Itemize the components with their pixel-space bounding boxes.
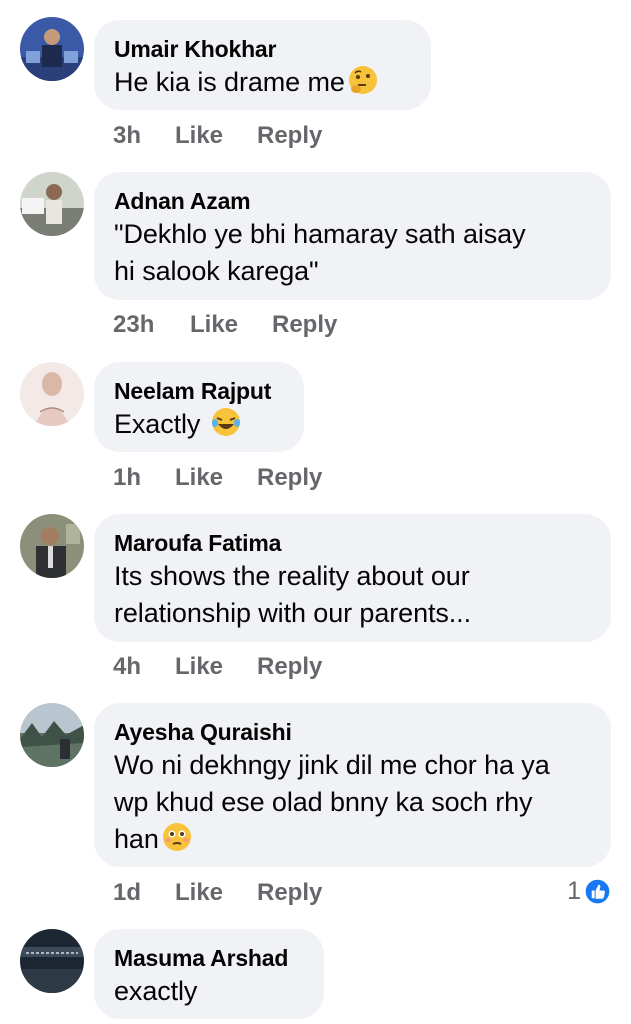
comment-text-content: han xyxy=(114,824,159,854)
like-button[interactable]: Like xyxy=(175,653,223,681)
comment-bubble: Maroufa Fatima Its shows the reality abo… xyxy=(94,514,611,642)
avatar[interactable] xyxy=(20,514,84,578)
reaction-count: 1 xyxy=(567,877,581,905)
avatar[interactable] xyxy=(20,17,84,81)
comment-text-content: Exactly xyxy=(114,409,201,439)
comment-author[interactable]: Neelam Rajput xyxy=(114,376,284,406)
comment-author[interactable]: Masuma Arshad xyxy=(114,943,304,973)
comment-time[interactable]: 1d xyxy=(113,879,141,907)
comment-text: Exactly xyxy=(114,406,284,443)
comment-author[interactable]: Ayesha Quraishi xyxy=(114,717,591,747)
comment-text-line: wp khud ese olad bnny ka soch rhy xyxy=(114,787,533,817)
comment-time[interactable]: 4h xyxy=(113,653,141,681)
like-button[interactable]: Like xyxy=(175,122,223,150)
comment-bubble: Neelam Rajput Exactly xyxy=(94,362,304,452)
comment-author[interactable]: Adnan Azam xyxy=(114,186,591,216)
avatar[interactable] xyxy=(20,703,84,767)
reply-button[interactable]: Reply xyxy=(257,464,322,492)
like-button[interactable]: Like xyxy=(190,311,238,339)
comment-text: He kia is drame me xyxy=(114,64,411,101)
comment-text-content: He kia is drame me xyxy=(114,67,345,97)
comment-text-line: Its shows the reality about our xyxy=(114,561,470,591)
comment-text: exactly xyxy=(114,976,198,1006)
comment-text: han xyxy=(114,821,591,858)
comment-text-line: hi salook karega" xyxy=(114,256,319,286)
reply-button[interactable]: Reply xyxy=(272,311,337,339)
comment-text-line: Wo ni dekhngy jink dil me chor ha ya xyxy=(114,750,550,780)
comment-bubble: Adnan Azam "Dekhlo ye bhi hamaray sath a… xyxy=(94,172,611,300)
flushed-face-icon xyxy=(162,823,191,851)
comment-bubble: Ayesha Quraishi Wo ni dekhngy jink dil m… xyxy=(94,703,611,867)
reaction-summary[interactable]: 1 xyxy=(567,877,611,906)
thumbs-up-icon xyxy=(584,878,611,905)
comment-text-line: relationship with our parents... xyxy=(114,598,471,628)
comment-text-line: "Dekhlo ye bhi hamaray sath aisay xyxy=(114,219,526,249)
comment-author[interactable]: Umair Khokhar xyxy=(114,34,411,64)
comment-bubble: Umair Khokhar He kia is drame me xyxy=(94,20,431,110)
comment-bubble: Masuma Arshad exactly xyxy=(94,929,324,1019)
comment-author[interactable]: Maroufa Fatima xyxy=(114,528,591,558)
reply-button[interactable]: Reply xyxy=(257,653,322,681)
like-button[interactable]: Like xyxy=(175,464,223,492)
laughing-tears-face-icon xyxy=(211,408,240,436)
like-button[interactable]: Like xyxy=(175,879,223,907)
comment-time[interactable]: 23h xyxy=(113,311,154,339)
thinking-face-icon xyxy=(348,66,377,94)
avatar[interactable] xyxy=(20,172,84,236)
comment-time[interactable]: 3h xyxy=(113,122,141,150)
reply-button[interactable]: Reply xyxy=(257,122,322,150)
avatar[interactable] xyxy=(20,929,84,993)
comment-time[interactable]: 1h xyxy=(113,464,141,492)
avatar[interactable] xyxy=(20,362,84,426)
reply-button[interactable]: Reply xyxy=(257,879,322,907)
